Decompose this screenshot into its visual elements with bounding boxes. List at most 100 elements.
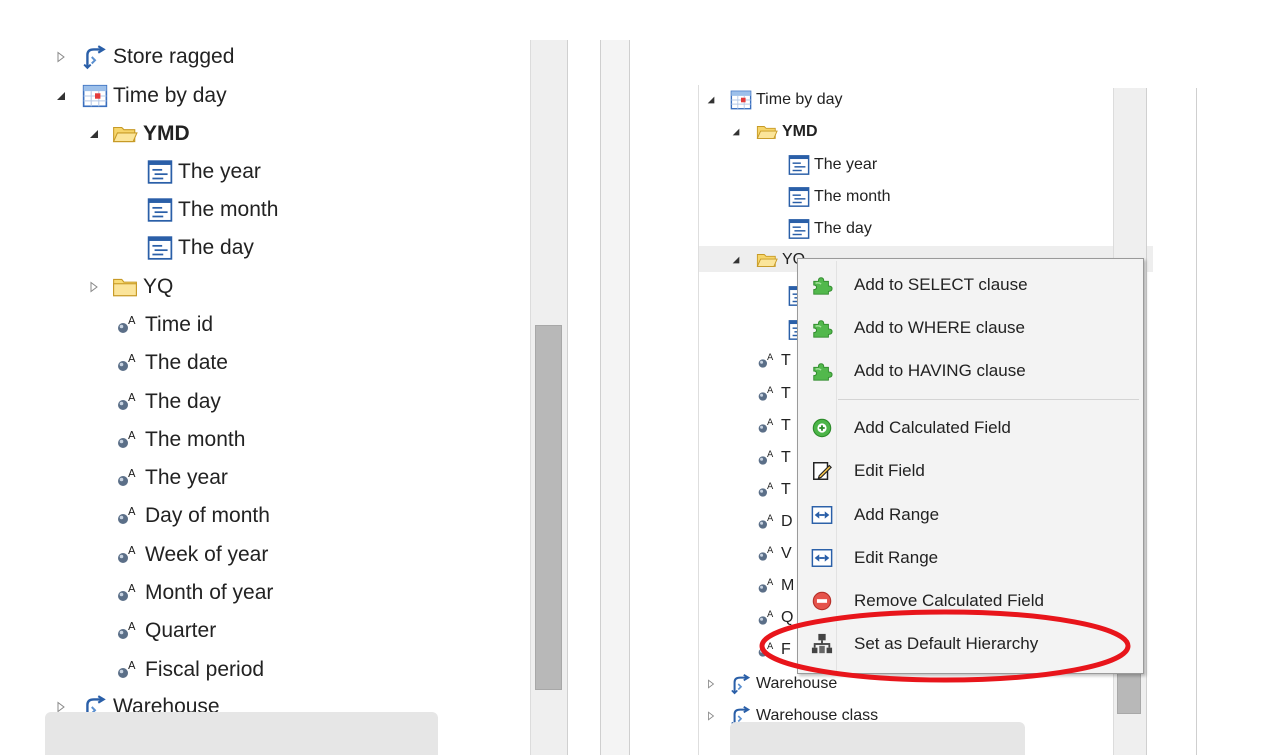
menu-item-add-to-having-clause[interactable]: Add to HAVING clause: [798, 350, 1143, 392]
right-tree-node-the-month[interactable]: The month: [788, 181, 890, 213]
right-tree-label: T: [781, 449, 791, 466]
attribute-icon: A: [116, 504, 140, 528]
left-tree-node-time-id[interactable]: A Time id: [116, 306, 213, 344]
left-scrollbar-thumb[interactable]: [535, 325, 562, 690]
left-tree-label: Time by day: [113, 84, 227, 107]
svg-text:A: A: [128, 314, 136, 327]
menu-item-add-to-select-clause[interactable]: Add to SELECT clause: [798, 264, 1143, 306]
attribute-icon: A: [116, 313, 140, 337]
folder-open-icon: [112, 121, 138, 147]
expanded-toggle-icon[interactable]: [731, 127, 756, 137]
svg-text:A: A: [128, 659, 136, 672]
menu-item-add-range[interactable]: Add Range: [798, 494, 1143, 536]
right-tree-node-v[interactable]: AV: [757, 538, 792, 570]
attribute-icon: A: [757, 480, 777, 500]
right-tree-node-the-day[interactable]: The day: [788, 213, 872, 245]
left-tree-node-the-date[interactable]: A The date: [116, 344, 228, 382]
right-tree-node-t[interactable]: AT: [757, 378, 791, 410]
left-tree-label: Fiscal period: [145, 658, 265, 681]
right-tree-label: T: [781, 481, 791, 498]
collapsed-toggle-icon[interactable]: [55, 51, 82, 63]
left-tree-node-time-by-day[interactable]: Time by day: [55, 77, 227, 115]
right-tree-node-yq[interactable]: YQ: [731, 244, 805, 276]
right-tree-node-t[interactable]: AT: [757, 474, 791, 506]
right-tree-label: M: [781, 577, 795, 594]
collapsed-toggle-icon[interactable]: [88, 281, 112, 293]
svg-text:A: A: [767, 352, 774, 363]
left-tree-node-the-day[interactable]: The day: [118, 229, 254, 267]
left-tree-label: The year: [145, 466, 228, 489]
right-tree-node-ymd[interactable]: YMD: [731, 116, 818, 148]
svg-text:A: A: [128, 352, 136, 365]
svg-text:A: A: [128, 429, 136, 442]
svg-text:A: A: [128, 544, 136, 557]
right-tree-node-m[interactable]: AM: [757, 570, 794, 602]
right-tree-node-t[interactable]: AT: [757, 345, 791, 377]
menu-item-label: Add Range: [854, 505, 940, 524]
level-icon: [147, 197, 173, 223]
svg-text:A: A: [128, 505, 136, 518]
left-horizontal-scrollbar[interactable]: [45, 712, 438, 755]
right-tree-node-t[interactable]: AT: [757, 410, 791, 442]
right-tree-node-d[interactable]: AD: [757, 506, 793, 538]
left-tree-node-the-day[interactable]: A The day: [116, 383, 221, 421]
left-tree-node-yq[interactable]: YQ: [88, 268, 173, 306]
left-tree-node-the-month[interactable]: A The month: [116, 421, 245, 459]
svg-text:A: A: [767, 545, 774, 556]
expanded-toggle-icon[interactable]: [706, 95, 730, 105]
puzzle-icon: [810, 273, 834, 297]
attribute-icon: A: [757, 416, 777, 436]
menu-item-label: Edit Field: [854, 461, 925, 480]
left-tree-node-week-of-year[interactable]: A Week of year: [116, 536, 268, 574]
left-tree-node-quarter[interactable]: A Quarter: [116, 612, 216, 650]
range-icon: [810, 503, 834, 527]
left-tree-node-month-of-year[interactable]: A Month of year: [116, 574, 273, 612]
attribute-icon: A: [116, 466, 140, 490]
calendar-table-icon: [82, 83, 108, 109]
folder-open-icon: [756, 121, 778, 143]
left-tree-node-the-year[interactable]: The year: [118, 153, 261, 191]
menu-item-label: Add to SELECT clause: [854, 275, 1028, 294]
left-tree-node-ymd[interactable]: YMD: [88, 115, 190, 153]
svg-text:A: A: [767, 513, 774, 524]
svg-text:A: A: [767, 449, 774, 460]
right-tree-node-the-year[interactable]: The year: [788, 149, 877, 181]
left-tree-node-the-year[interactable]: A The year: [116, 459, 228, 497]
menu-item-add-to-where-clause[interactable]: Add to WHERE clause: [798, 307, 1143, 349]
right-tree-node-time-by-day[interactable]: Time by day: [706, 84, 843, 116]
svg-text:A: A: [767, 417, 774, 428]
left-tree-node-fiscal-period[interactable]: A Fiscal period: [116, 651, 264, 689]
folder-icon: [112, 274, 138, 300]
level-icon: [788, 154, 810, 176]
hierarchy-icon: [730, 673, 752, 695]
right-tree-node-t[interactable]: AT: [757, 442, 791, 474]
svg-text:A: A: [767, 385, 774, 396]
left-tree-node-store-ragged[interactable]: Store ragged: [55, 38, 234, 76]
menu-item-label: Add to HAVING clause: [854, 361, 1026, 380]
left-tree-label: Time id: [145, 313, 214, 336]
edit-icon: [810, 459, 834, 483]
menu-item-add-calculated-field[interactable]: Add Calculated Field: [798, 407, 1143, 449]
left-tree-node-day-of-month[interactable]: A Day of month: [116, 497, 270, 535]
calendar-table-icon: [730, 89, 752, 111]
collapsed-toggle-icon[interactable]: [706, 679, 730, 689]
left-tree-label: Week of year: [145, 543, 269, 566]
collapsed-toggle-icon[interactable]: [706, 711, 730, 721]
expanded-toggle-icon[interactable]: [88, 128, 112, 140]
right-tree-label: The year: [814, 156, 878, 173]
expanded-toggle-icon[interactable]: [731, 255, 756, 265]
left-tree-node-the-month[interactable]: The month: [118, 191, 278, 229]
menu-item-edit-field[interactable]: Edit Field: [798, 450, 1143, 492]
expanded-toggle-icon[interactable]: [55, 90, 82, 102]
svg-text:A: A: [128, 582, 136, 595]
left-tree-label: The month: [145, 428, 246, 451]
left-tree-label: YQ: [143, 275, 174, 298]
left-tree-label: The year: [178, 160, 261, 183]
right-horizontal-scrollbar[interactable]: [730, 722, 1025, 755]
svg-text:A: A: [767, 481, 774, 492]
attribute-icon: A: [116, 351, 140, 375]
svg-text:A: A: [767, 577, 774, 588]
menu-item-edit-range[interactable]: Edit Range: [798, 537, 1143, 579]
right-tree-label: YMD: [782, 123, 818, 140]
range-icon: [810, 546, 834, 570]
